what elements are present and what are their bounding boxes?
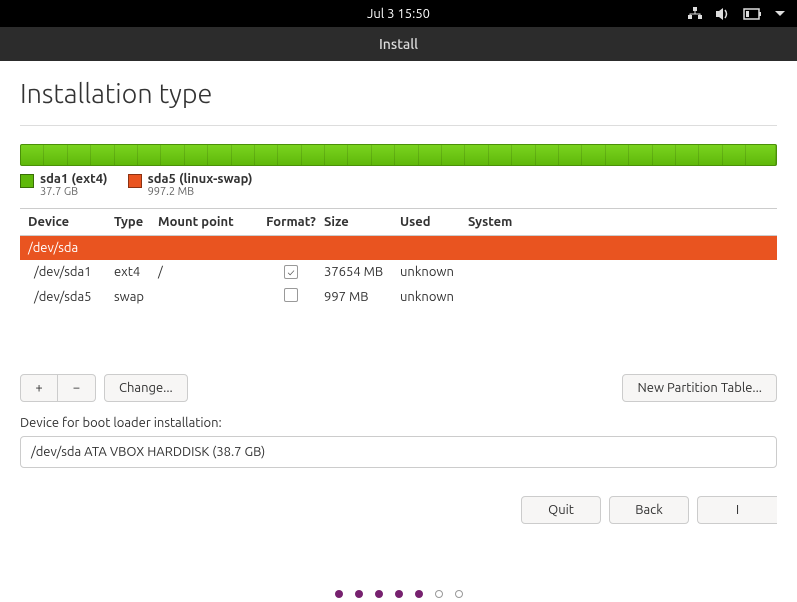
- volume-icon[interactable]: [715, 7, 731, 21]
- bootloader-label: Device for boot loader installation:: [20, 416, 777, 430]
- dot: [395, 590, 403, 598]
- cell-device: /dev/sda5: [24, 290, 114, 304]
- cell-device: /dev/sda: [24, 241, 114, 255]
- col-size[interactable]: Size: [324, 215, 400, 229]
- progress-dots: [0, 590, 797, 598]
- system-tray: [687, 7, 785, 21]
- window-titlebar: Install: [0, 27, 797, 61]
- cell-device: /dev/sda1: [24, 265, 114, 279]
- legend-name: sda1 (ext4): [40, 172, 108, 186]
- install-button[interactable]: I: [697, 496, 777, 524]
- legend-name: sda5 (linux-swap): [148, 172, 253, 186]
- cell-used: unknown: [400, 290, 468, 304]
- cell-used: unknown: [400, 265, 468, 279]
- table-header: Device Type Mount point Format? Size Use…: [20, 209, 777, 236]
- legend-swatch: [20, 174, 34, 188]
- legend-swatch: [128, 174, 142, 188]
- window-title: Install: [379, 36, 418, 52]
- format-checkbox[interactable]: [284, 288, 298, 302]
- quit-button[interactable]: Quit: [521, 496, 601, 524]
- dot: [415, 590, 423, 598]
- table-row[interactable]: /dev/sda1 ext4 / 37654 MB unknown: [20, 260, 777, 284]
- new-partition-table-button[interactable]: New Partition Table...: [622, 374, 777, 402]
- change-partition-button[interactable]: Change...: [104, 374, 188, 402]
- clock: Jul 3 15:50: [367, 7, 430, 21]
- legend-item: sda1 (ext4) 37.7 GB: [20, 172, 108, 198]
- legend-size: 37.7 GB: [40, 186, 108, 198]
- cell-type: ext4: [114, 265, 158, 279]
- col-system[interactable]: System: [468, 215, 773, 229]
- disk-usage-bar[interactable]: [20, 144, 777, 166]
- legend-size: 997.2 MB: [148, 186, 253, 198]
- cell-format: [258, 288, 324, 305]
- format-checkbox[interactable]: [284, 265, 298, 279]
- col-format[interactable]: Format?: [258, 215, 324, 229]
- dot: [335, 590, 343, 598]
- dot: [355, 590, 363, 598]
- cell-type: swap: [114, 290, 158, 304]
- wizard-nav: Quit Back I: [20, 496, 777, 524]
- cell-format: [258, 265, 324, 280]
- table-body: /dev/sda /dev/sda1 ext4 / 37654 MB unkno…: [20, 236, 777, 366]
- partition-table: Device Type Mount point Format? Size Use…: [20, 208, 777, 366]
- dot: [375, 590, 383, 598]
- network-icon[interactable]: [687, 7, 703, 21]
- partition-toolbar: + − Change... New Partition Table...: [20, 374, 777, 402]
- cell-mount: /: [158, 265, 258, 279]
- partition-legend: sda1 (ext4) 37.7 GB sda5 (linux-swap) 99…: [20, 172, 777, 198]
- cell-size: 37654 MB: [324, 265, 400, 279]
- legend-item: sda5 (linux-swap) 997.2 MB: [128, 172, 253, 198]
- add-partition-button[interactable]: +: [20, 374, 58, 402]
- cell-size: 997 MB: [324, 290, 400, 304]
- col-used[interactable]: Used: [400, 215, 468, 229]
- table-row[interactable]: /dev/sda: [20, 236, 777, 260]
- dot: [435, 590, 443, 598]
- battery-icon[interactable]: [743, 8, 763, 20]
- back-button[interactable]: Back: [609, 496, 689, 524]
- chevron-down-icon[interactable]: [775, 10, 785, 18]
- dot: [455, 590, 463, 598]
- table-row[interactable]: /dev/sda5 swap 997 MB unknown: [20, 284, 777, 309]
- remove-partition-button[interactable]: −: [58, 374, 96, 402]
- divider: [20, 125, 777, 126]
- system-topbar: Jul 3 15:50: [0, 0, 797, 27]
- col-device[interactable]: Device: [24, 215, 114, 229]
- col-mount[interactable]: Mount point: [158, 215, 258, 229]
- page-title: Installation type: [20, 79, 777, 109]
- col-type[interactable]: Type: [114, 215, 158, 229]
- bootloader-select[interactable]: /dev/sda ATA VBOX HARDDISK (38.7 GB): [20, 436, 777, 468]
